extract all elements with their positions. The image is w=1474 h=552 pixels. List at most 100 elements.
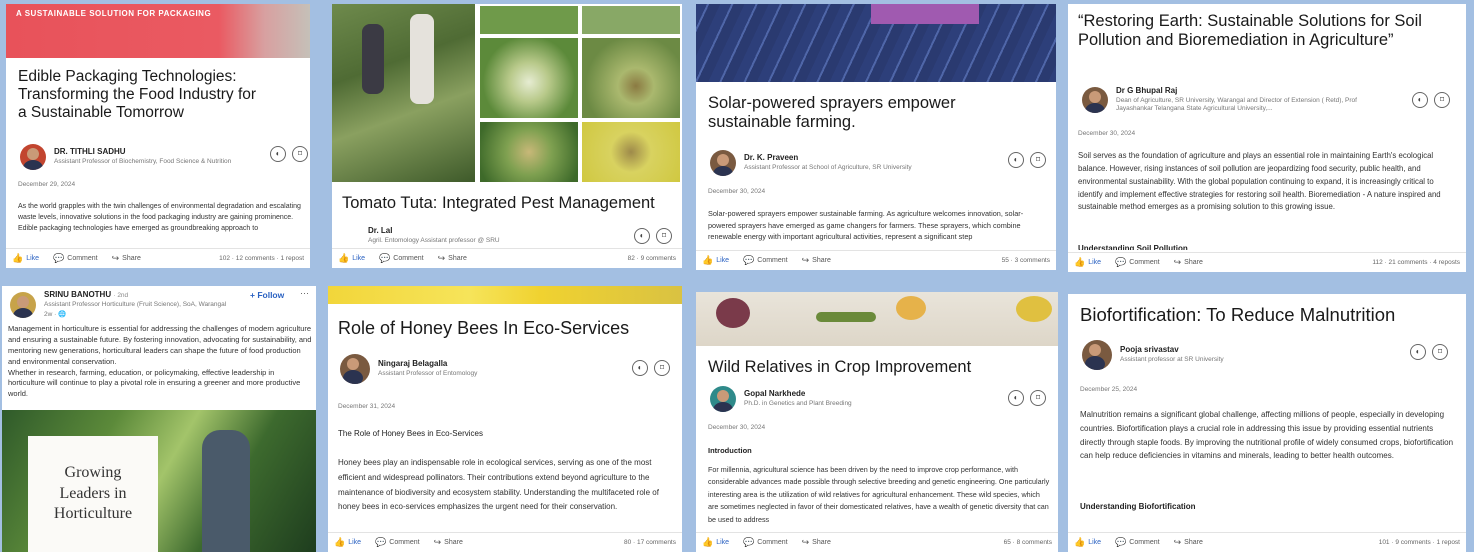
author-name[interactable]: DR. TITHLI SADHU bbox=[54, 147, 231, 156]
share-icon: ↪ bbox=[433, 537, 442, 547]
author-name[interactable]: Dr. K. Praveen bbox=[744, 153, 912, 162]
listen-icon[interactable]: ◐ bbox=[270, 146, 286, 162]
article-card-honey-bees[interactable]: Role of Honey Bees In Eco-Services Ninga… bbox=[328, 286, 682, 552]
comment-button[interactable]: 💬 Comment bbox=[1115, 537, 1160, 548]
post-image[interactable]: Growing Leaders in Horticulture bbox=[2, 410, 316, 552]
social-footer: 👍 Like 💬 Comment ↪ Share 80 · 17 comments bbox=[328, 532, 682, 552]
article-actions: ◐ ⌑ bbox=[1008, 390, 1046, 406]
article-card-biofortification[interactable]: Biofortification: To Reduce Malnutrition… bbox=[1068, 294, 1466, 552]
share-button[interactable]: ↪ Share bbox=[802, 255, 831, 266]
author-block: DR. TITHLI SADHU Assistant Professor of B… bbox=[20, 144, 231, 170]
like-button[interactable]: 👍 Like bbox=[338, 253, 365, 264]
article-card-solar-sprayers[interactable]: Solar-powered sprayers empower sustainab… bbox=[696, 4, 1056, 270]
bookmark-icon[interactable]: ⌑ bbox=[292, 146, 308, 162]
article-title[interactable]: “Restoring Earth: Sustainable Solutions … bbox=[1078, 12, 1458, 50]
bookmark-icon[interactable]: ⌑ bbox=[1030, 390, 1046, 406]
author-name[interactable]: Dr. Lal bbox=[368, 226, 500, 235]
share-button[interactable]: ↪ Share bbox=[802, 537, 831, 548]
author-name[interactable]: Ningaraj Belagalla bbox=[378, 359, 477, 368]
like-button[interactable]: 👍 Like bbox=[12, 253, 39, 264]
comment-button[interactable]: 💬 Comment bbox=[53, 253, 98, 264]
like-button[interactable]: 👍 Like bbox=[702, 537, 729, 548]
more-options-icon[interactable]: ··· bbox=[300, 288, 309, 298]
avatar[interactable] bbox=[20, 144, 46, 170]
avatar[interactable] bbox=[1082, 340, 1112, 370]
comment-button[interactable]: 💬 Comment bbox=[1115, 257, 1160, 268]
article-title[interactable]: Role of Honey Bees In Eco-Services bbox=[338, 318, 668, 339]
pest-photo bbox=[480, 6, 578, 34]
produce-photo bbox=[1016, 296, 1052, 322]
listen-icon[interactable]: ◐ bbox=[1008, 390, 1024, 406]
bookmark-icon[interactable]: ⌑ bbox=[656, 228, 672, 244]
share-icon: ↪ bbox=[1173, 537, 1182, 547]
share-icon: ↪ bbox=[111, 253, 120, 263]
author-name[interactable]: SRINU BANOTHU · 2nd bbox=[44, 290, 226, 299]
share-button[interactable]: ↪ Share bbox=[112, 253, 141, 264]
comment-icon: 💬 bbox=[1115, 257, 1127, 267]
engagement-stats[interactable]: 102 · 12 comments · 1 repost bbox=[219, 255, 304, 262]
comment-button[interactable]: 💬 Comment bbox=[375, 537, 420, 548]
author-name[interactable]: Gopal Narkhede bbox=[744, 389, 852, 398]
avatar[interactable] bbox=[1082, 86, 1108, 113]
share-button[interactable]: ↪ Share bbox=[1174, 537, 1203, 548]
article-card-tomato-tuta[interactable]: Tomato Tuta: Integrated Pest Management … bbox=[332, 4, 682, 268]
comment-button[interactable]: 💬 Comment bbox=[743, 255, 788, 266]
author-role: Dean of Agriculture, SR University, Wara… bbox=[1116, 97, 1357, 113]
article-title[interactable]: Biofortification: To Reduce Malnutrition bbox=[1080, 304, 1460, 325]
listen-icon[interactable]: ◐ bbox=[1412, 92, 1428, 108]
article-card-wild-relatives[interactable]: Wild Relatives in Crop Improvement Gopal… bbox=[696, 292, 1058, 552]
engagement-stats[interactable]: 112 · 21 comments · 4 reposts bbox=[1372, 259, 1460, 266]
publish-date: December 30, 2024 bbox=[1078, 130, 1136, 137]
listen-icon[interactable]: ◐ bbox=[1008, 152, 1024, 168]
article-actions: ◐ ⌑ bbox=[634, 228, 672, 244]
like-button[interactable]: 👍 Like bbox=[1074, 537, 1101, 548]
author-name[interactable]: Pooja srivastav bbox=[1120, 345, 1224, 354]
article-title[interactable]: Wild Relatives in Crop Improvement bbox=[708, 358, 1048, 377]
post-paragraph: Management in horticulture is essential … bbox=[8, 324, 312, 366]
like-button[interactable]: 👍 Like bbox=[334, 537, 361, 548]
like-button[interactable]: 👍 Like bbox=[1074, 257, 1101, 268]
article-title[interactable]: Edible Packaging Technologies: Transform… bbox=[18, 68, 268, 121]
article-title[interactable]: Tomato Tuta: Integrated Pest Management bbox=[342, 194, 677, 213]
share-button[interactable]: ↪ Share bbox=[438, 253, 467, 264]
share-button[interactable]: ↪ Share bbox=[434, 537, 463, 548]
author-role: Assistant Professor Horticulture (Fruit … bbox=[44, 301, 227, 308]
engagement-stats[interactable]: 82 · 9 comments bbox=[628, 255, 676, 262]
follow-button[interactable]: + Follow bbox=[250, 290, 284, 300]
engagement-stats[interactable]: 55 · 3 comments bbox=[1002, 257, 1050, 264]
social-footer: 👍 Like 💬 Comment ↪ Share 65 · 8 comments bbox=[696, 532, 1058, 552]
article-card-restoring-earth[interactable]: “Restoring Earth: Sustainable Solutions … bbox=[1068, 4, 1466, 272]
thumbs-up-icon: 👍 bbox=[12, 253, 24, 263]
engagement-stats[interactable]: 80 · 17 comments bbox=[624, 539, 676, 546]
social-footer: 👍 Like 💬 Comment ↪ Share 102 · 12 comments … bbox=[6, 248, 310, 268]
bookmark-icon[interactable]: ⌑ bbox=[654, 360, 670, 376]
author-role: Ph.D. in Genetics and Plant Breeding bbox=[744, 400, 852, 408]
author-name[interactable]: Dr G Bhupal Raj bbox=[1116, 86, 1386, 95]
avatar[interactable] bbox=[10, 291, 36, 318]
avatar[interactable] bbox=[340, 354, 370, 384]
listen-icon[interactable]: ◐ bbox=[634, 228, 650, 244]
author-block: Dr. K. Praveen Assistant Professor at Sch… bbox=[710, 150, 912, 176]
share-button[interactable]: ↪ Share bbox=[1174, 257, 1203, 268]
post-card-growing-leaders[interactable]: SRINU BANOTHU · 2nd Assistant Professor … bbox=[2, 286, 316, 552]
article-card-edible-packaging[interactable]: A SUSTAINABLE SOLUTION FOR PACKAGING Edi… bbox=[6, 4, 310, 268]
bookmark-icon[interactable]: ⌑ bbox=[1432, 344, 1448, 360]
comment-button[interactable]: 💬 Comment bbox=[743, 537, 788, 548]
like-button[interactable]: 👍 Like bbox=[702, 255, 729, 266]
article-excerpt: Solar-powered sprayers empower sustainab… bbox=[708, 209, 1024, 242]
avatar[interactable] bbox=[710, 150, 736, 176]
comment-button[interactable]: 💬 Comment bbox=[379, 253, 424, 264]
article-actions: ◐ ⌑ bbox=[632, 360, 670, 376]
thumbs-up-icon: 👍 bbox=[334, 537, 346, 547]
listen-icon[interactable]: ◐ bbox=[632, 360, 648, 376]
comment-icon: 💬 bbox=[375, 537, 387, 547]
bookmark-icon[interactable]: ⌑ bbox=[1434, 92, 1450, 108]
article-excerpt: Malnutrition remains a significant globa… bbox=[1080, 410, 1454, 461]
author-block: Dr. Lal Agril. Entomology Assistant profe… bbox=[368, 226, 500, 245]
listen-icon[interactable]: ◐ bbox=[1410, 344, 1426, 360]
engagement-stats[interactable]: 101 · 9 comments · 1 repost bbox=[1379, 539, 1460, 546]
bookmark-icon[interactable]: ⌑ bbox=[1030, 152, 1046, 168]
avatar[interactable] bbox=[710, 386, 736, 412]
article-title[interactable]: Solar-powered sprayers empower sustainab… bbox=[708, 94, 998, 132]
engagement-stats[interactable]: 65 · 8 comments bbox=[1004, 539, 1052, 546]
